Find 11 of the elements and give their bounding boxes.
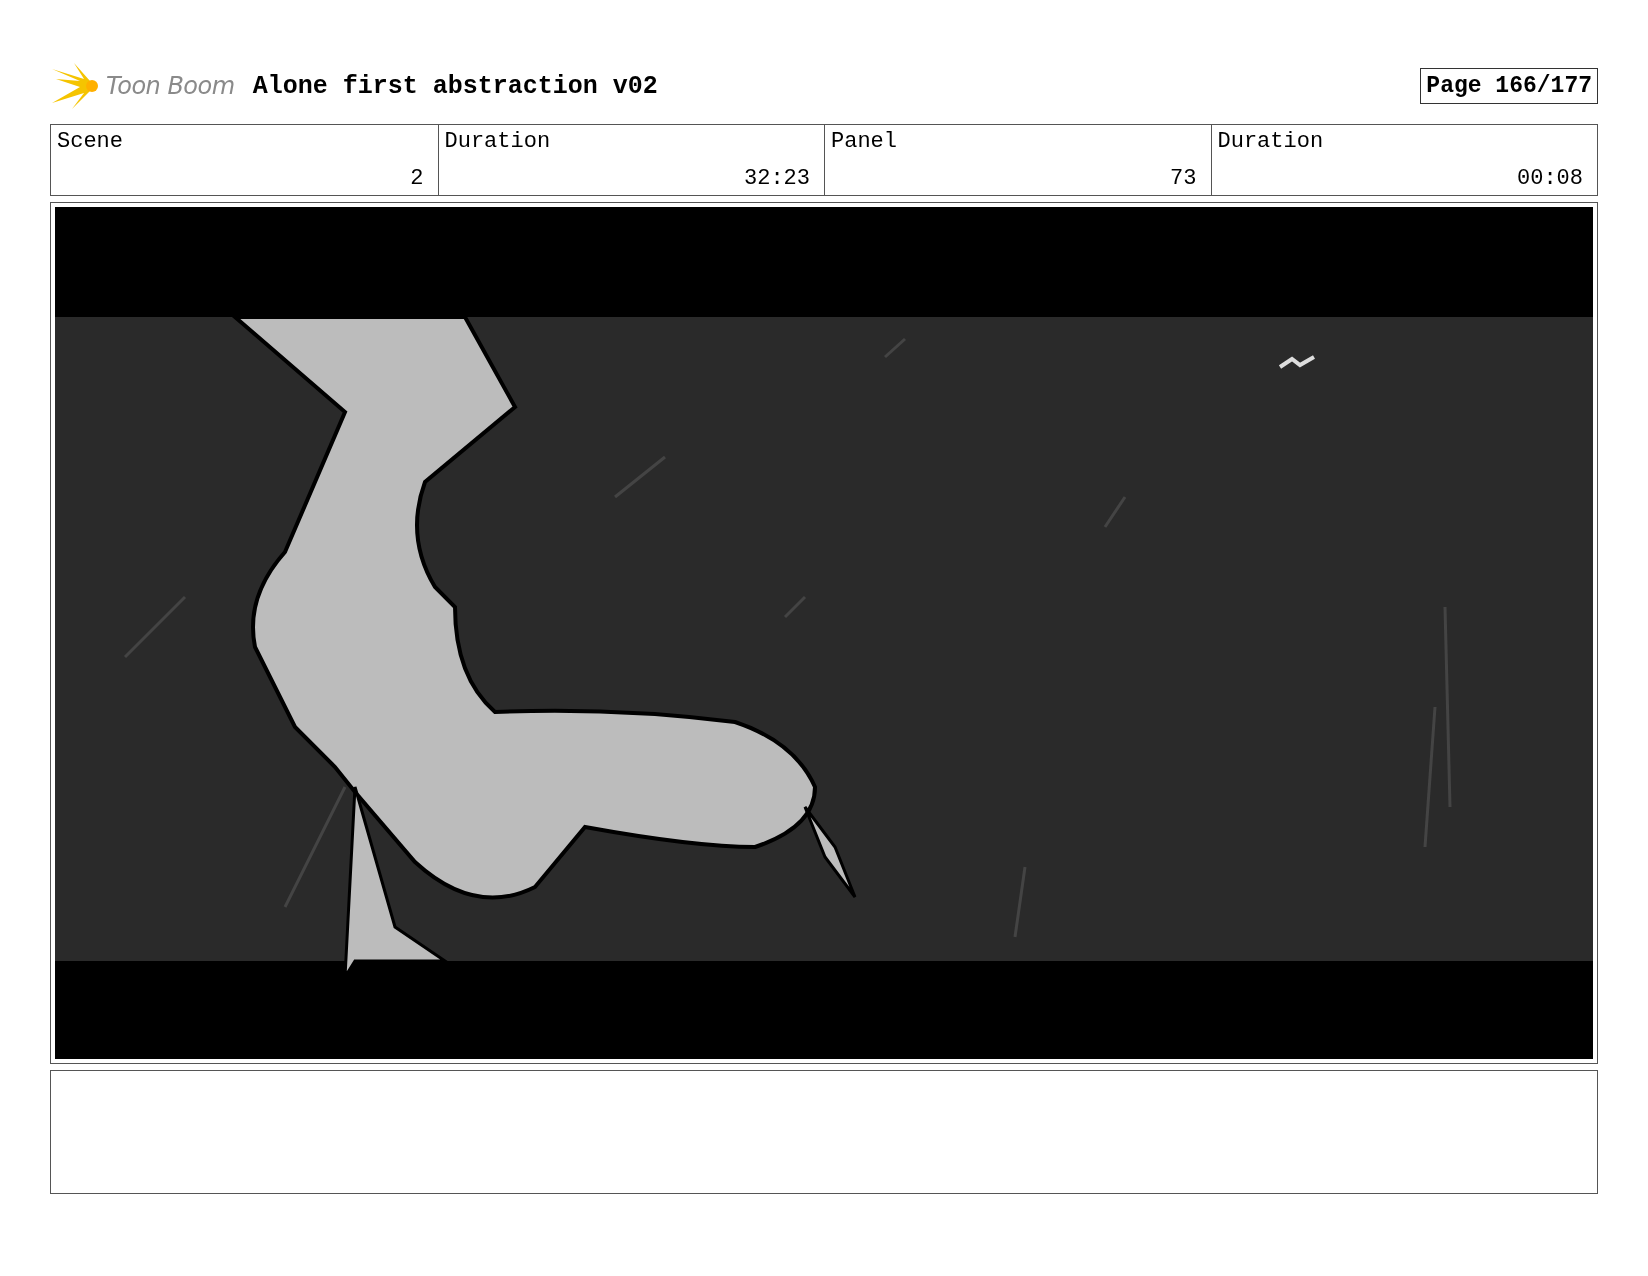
field-label: Duration [1217, 129, 1324, 154]
field-value: 32:23 [744, 166, 810, 191]
field-label: Scene [57, 129, 123, 154]
field-label: Panel [831, 129, 897, 154]
storyboard-title: Alone first abstraction v02 [252, 71, 659, 101]
field-value: 00:08 [1517, 166, 1583, 191]
field-value: 2 [410, 166, 424, 191]
field-label: Duration [444, 129, 551, 154]
field-value: 73 [1170, 166, 1197, 191]
logo-wordmark: Toon Boom [106, 72, 235, 100]
page-number: Page 166/177 [1420, 68, 1598, 104]
